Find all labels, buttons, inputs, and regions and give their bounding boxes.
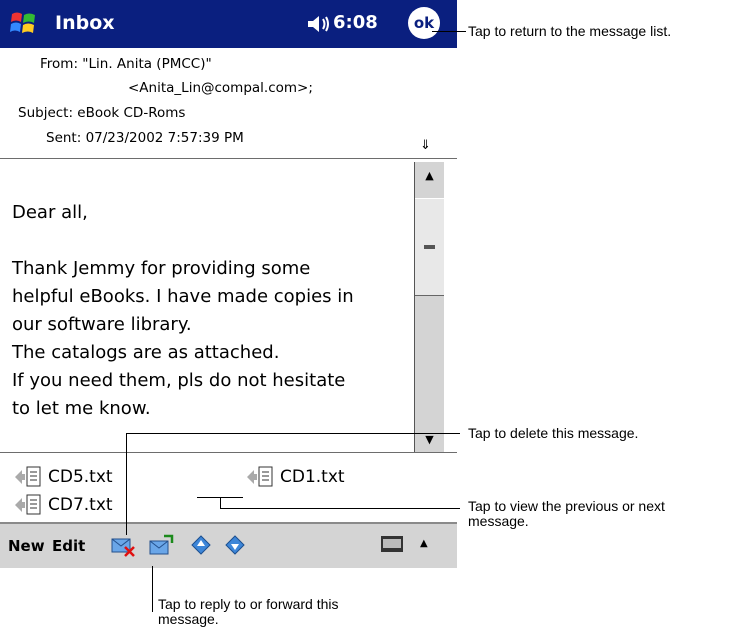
callout-delete: Tap to delete this message.	[468, 425, 639, 441]
title-bar: Inbox 6:08 ok	[0, 0, 457, 48]
thumb-grip-icon	[424, 245, 435, 249]
callout-line-return	[432, 31, 466, 32]
delete-message-icon[interactable]	[110, 534, 136, 558]
message-body[interactable]: Dear all, Thank Jemmy for providing some…	[0, 162, 412, 434]
callout-line-prevnext-join	[220, 497, 221, 509]
from-address: <Anita_Lin@compal.com>;	[128, 80, 313, 96]
attachments-list: CD5.txt CD1.txt CD7.txt	[0, 460, 457, 520]
body-line: helpful eBooks. I have made copies in	[12, 286, 354, 307]
callout-line-delete	[126, 433, 460, 434]
attachment-item[interactable]: CD7.txt	[14, 494, 113, 516]
body-line: Thank Jemmy for providing some	[12, 258, 311, 279]
subject-line: Subject: eBook CD-Roms	[18, 105, 186, 121]
attachment-file-icon	[15, 494, 41, 515]
from-line: From: "Lin. Anita (PMCC)"	[40, 56, 212, 72]
attachment-item[interactable]: CD1.txt	[246, 466, 345, 488]
callout-reply-1: Tap to reply to or forward this	[158, 596, 339, 612]
attachment-name: CD1.txt	[280, 467, 345, 487]
menu-new[interactable]: New	[8, 537, 45, 555]
previous-message-icon[interactable]	[190, 534, 212, 556]
header-divider	[0, 158, 457, 159]
callout-line-delete-drop	[126, 433, 127, 535]
message-header: From: "Lin. Anita (PMCC)" <Anita_Lin@com…	[0, 48, 457, 158]
clock[interactable]: 6:08	[333, 12, 378, 33]
attachment-file-icon	[247, 466, 273, 487]
body-line: Dear all,	[12, 202, 88, 223]
callout-prevnext-2: message.	[468, 513, 529, 529]
attachment-file-icon	[15, 466, 41, 487]
body-line: to let me know.	[12, 398, 151, 419]
callout-reply-2: message.	[158, 611, 219, 627]
reply-forward-icon[interactable]	[148, 534, 174, 558]
keyboard-icon[interactable]	[380, 535, 404, 553]
windows-flag-icon[interactable]	[8, 6, 40, 40]
arrow-down-icon: ▼	[425, 432, 434, 446]
attachment-name: CD7.txt	[48, 495, 113, 515]
callout-line-reply	[152, 566, 153, 612]
double-chevron-down-icon[interactable]: ⇓	[420, 138, 431, 153]
menu-edit[interactable]: Edit	[52, 537, 85, 555]
input-panel-arrow-icon[interactable]: ▲	[420, 538, 428, 549]
next-message-icon[interactable]	[224, 534, 246, 556]
attachment-item[interactable]: CD5.txt	[14, 466, 113, 488]
attachment-name: CD5.txt	[48, 467, 113, 487]
pda-screen: Inbox 6:08 ok From: "Lin. Anita (PMCC)" …	[0, 0, 457, 578]
body-line: The catalogs are as attached.	[12, 342, 280, 363]
callout-prevnext-1: Tap to view the previous or next	[468, 498, 665, 514]
callout-line-prevnext	[220, 508, 460, 509]
callout-return: Tap to return to the message list.	[468, 23, 672, 39]
vertical-scrollbar[interactable]: ▲ ▼	[414, 162, 444, 452]
arrow-up-icon: ▲	[425, 168, 434, 182]
scroll-up-button[interactable]: ▲	[415, 162, 444, 188]
attachments-divider	[0, 452, 457, 453]
body-line: our software library.	[12, 314, 192, 335]
command-bar: New Edit ▲	[0, 522, 457, 568]
ok-button[interactable]: ok	[408, 7, 440, 39]
speaker-icon[interactable]	[306, 14, 330, 34]
scroll-down-button[interactable]: ▼	[415, 426, 444, 452]
sent-line: Sent: 07/23/2002 7:57:39 PM	[46, 130, 244, 146]
window-title: Inbox	[55, 12, 115, 34]
body-line: If you need them, pls do not hesitate	[12, 370, 346, 391]
scroll-thumb[interactable]	[415, 198, 444, 296]
